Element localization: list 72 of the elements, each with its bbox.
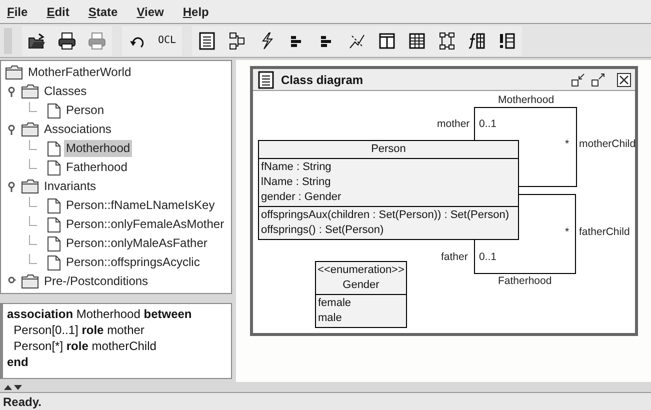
minimize-icon[interactable]: [571, 72, 585, 86]
document-icon: [47, 160, 61, 176]
attribute-text: male: [318, 311, 343, 326]
function-icon: [468, 32, 486, 50]
class-name: Gender: [342, 278, 380, 293]
attribute-text: female: [318, 296, 352, 311]
tree-item[interactable]: Fatherhood: [64, 159, 130, 176]
folder-icon: [5, 65, 23, 80]
source-line: Person[*] role motherChild: [12, 338, 158, 354]
role-label: motherChild: [579, 138, 636, 151]
role-label: fatherChild: [579, 226, 630, 239]
menu-item[interactable]: State: [88, 2, 118, 20]
tree-item[interactable]: Associations: [42, 121, 114, 138]
menu-item[interactable]: View: [136, 2, 164, 20]
menu-item[interactable]: Edit: [46, 2, 70, 20]
tree-item[interactable]: Invariants: [42, 178, 98, 195]
document-icon: [47, 236, 61, 252]
class-diagram-icon: [257, 70, 275, 88]
tree-item[interactable]: Motherhood: [64, 140, 132, 157]
multiplicity-label: 0..1: [479, 251, 497, 264]
operation-text: offsprings() : Set(Person): [261, 223, 385, 238]
document-icon: [47, 140, 61, 156]
source-line: association Motherhood between: [7, 306, 193, 322]
folder-icon: [21, 179, 39, 194]
expand-handle-icon[interactable]: [7, 181, 16, 192]
document-icon: [47, 198, 61, 214]
split-window-icon: [378, 32, 396, 50]
association-name: Motherhood: [498, 94, 554, 107]
association-name: Fatherhood: [498, 275, 552, 288]
tree-item[interactable]: Person::fNameLNameIsKey: [64, 197, 217, 214]
menu-item[interactable]: Help: [182, 2, 209, 20]
object-diagram-icon: [228, 32, 246, 50]
operation-text: offspringsAux(children : Set(Person)) : Set(Person): [261, 208, 510, 223]
folder-icon: [21, 122, 39, 137]
role-label: father: [441, 251, 468, 264]
tree-item[interactable]: Person::offspringsAcyclic: [64, 254, 202, 271]
alert-list-icon: [498, 32, 516, 50]
printer-icon: [88, 32, 106, 50]
source-line: Person[0..1] role mother: [12, 322, 146, 338]
tree-item[interactable]: Person::onlyMaleAsFather: [64, 235, 210, 252]
tree-item[interactable]: Pre-/Postconditions: [42, 273, 150, 290]
document-icon: [47, 216, 61, 232]
tree-item[interactable]: MotherFatherWorld: [26, 64, 134, 81]
source-line: end: [7, 354, 30, 370]
window-title: Class diagram: [281, 72, 364, 88]
multiplicity-label: *: [565, 226, 570, 239]
multiplicity-label: 0..1: [479, 118, 497, 131]
menu-item[interactable]: File: [7, 2, 28, 20]
stereotype-label: <<enumeration>>: [318, 263, 404, 278]
class-diagram-icon: [198, 32, 216, 50]
attribute-text: lName : String: [261, 175, 332, 190]
attribute-text: fName : String: [261, 160, 332, 175]
tree-item[interactable]: Person: [64, 102, 106, 119]
folder-icon: [21, 84, 39, 99]
table-icon: [408, 32, 426, 50]
printer-icon: [58, 32, 76, 50]
attribute-text: gender : Gender: [261, 190, 342, 205]
expand-handle-icon[interactable]: [7, 86, 16, 97]
multiplicity-label: *: [565, 138, 570, 151]
class-name: Person: [371, 142, 406, 157]
folder-icon: [21, 274, 39, 289]
tree-item[interactable]: Person::onlyFemaleAsMother: [64, 216, 226, 233]
folder-open-icon: [28, 32, 46, 50]
document-icon: [47, 254, 61, 270]
expand-handle-icon[interactable]: [7, 124, 16, 135]
maximize-icon[interactable]: [591, 72, 605, 86]
tree-item[interactable]: Classes: [42, 83, 89, 100]
split-arrows-icon[interactable]: [4, 384, 22, 390]
document-icon: [47, 102, 61, 118]
role-label: mother: [437, 118, 470, 131]
status-text: Ready.: [3, 394, 42, 410]
close-icon[interactable]: [617, 72, 631, 86]
